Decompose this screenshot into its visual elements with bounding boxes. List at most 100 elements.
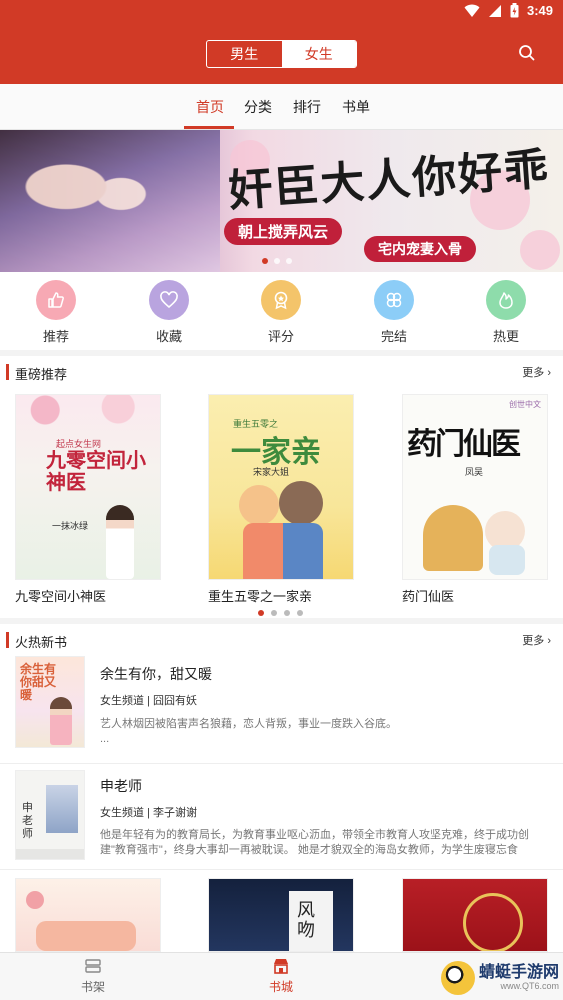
pager-dot	[286, 258, 292, 264]
chevron-right-icon: ›	[547, 367, 551, 379]
banner-pager	[262, 258, 292, 264]
author-label: 李子谢谢	[152, 807, 197, 819]
list-item[interactable]: 余生有你甜又暖 余生有你，甜又暖 女生频道 | 囧囧有妖 艺人林烟因被陷害声名狼…	[0, 656, 563, 764]
cover-title: 申老师	[22, 801, 33, 840]
section-accent-bar	[6, 364, 9, 380]
shortcut-label: 收藏	[155, 329, 182, 344]
search-button[interactable]	[517, 43, 537, 63]
cover-figure	[423, 505, 483, 571]
section-header: 重磅推荐 更多 ›	[0, 356, 563, 388]
chevron-right-icon: ›	[547, 635, 551, 647]
tab-male[interactable]: 男生	[207, 41, 282, 67]
cover-figure	[489, 545, 525, 575]
book-cover: 余生有你甜又暖	[15, 656, 85, 748]
cover-title: 九零空间小神医	[46, 448, 146, 494]
app-header: 男生 女生	[0, 24, 563, 84]
tab-home[interactable]: 首页	[196, 97, 224, 117]
cover-title: 风吻	[297, 900, 315, 941]
list-item[interactable]: 申老师 申老师 女生频道 | 李子谢谢 他是年轻有为的教育局长，为教育事业呕心沥…	[0, 770, 563, 870]
cover-flowers	[16, 395, 160, 425]
banner-illustration	[0, 130, 220, 272]
section-title: 火热新书	[15, 635, 68, 650]
cover-decoration	[36, 921, 136, 951]
banner-tagline-2: 宅内宠妻入骨	[364, 236, 476, 262]
medal-icon	[261, 280, 301, 320]
book-cover[interactable]: 风吻	[208, 878, 354, 952]
book-title: 余生有你，甜又暖	[100, 666, 212, 682]
cover-band	[16, 849, 84, 859]
tab-booklist[interactable]: 书单	[342, 97, 370, 117]
clover-icon	[374, 280, 414, 320]
promo-banner[interactable]: 奸臣大人你好乖 朝上搅弄风云 宅内宠妻入骨	[0, 130, 563, 272]
nav-bookshelf[interactable]: 书架	[63, 957, 123, 995]
watermark-text: 蜻蜓手游网 www.QT6.com	[479, 965, 559, 992]
dragonfly-logo-icon	[440, 961, 475, 995]
shortcut-recommend[interactable]: 推荐	[26, 280, 86, 345]
pager-dot	[258, 610, 264, 616]
site-watermark: 蜻蜓手游网 www.QT6.com	[440, 960, 559, 996]
book-title[interactable]: 九零空间小神医	[15, 586, 106, 605]
watermark-url: www.QT6.com	[500, 981, 559, 991]
description-ellipsis: ...	[100, 733, 110, 745]
gender-toggle: 男生 女生	[206, 40, 357, 68]
active-tab-indicator	[184, 126, 234, 129]
nav-bookstore[interactable]: 书城	[251, 957, 311, 995]
cover-figure	[46, 785, 78, 833]
shortcut-favorites[interactable]: 收藏	[139, 280, 199, 345]
book-meta: 女生频道 | 李子谢谢	[100, 807, 197, 819]
section-title: 重磅推荐	[15, 367, 68, 382]
book-description: 艺人林烟因被陷害声名狼藉，恋人背叛，事业一度跌入谷底。	[100, 718, 397, 730]
cover-author: 宋家大姐	[253, 467, 290, 477]
battery-icon	[510, 3, 519, 18]
featured-section: 重磅推荐 更多 › 起点女生网 九零空间小神医 一抹冰绿 九零空间小神医 重生五…	[0, 356, 563, 618]
search-icon	[519, 45, 535, 61]
shortcut-label: 热更	[492, 329, 519, 344]
cover-author: 一抹冰绿	[52, 521, 89, 531]
pager-dot	[271, 610, 277, 616]
store-icon	[274, 959, 288, 974]
pager-dot	[262, 258, 268, 264]
book-cover[interactable]	[15, 878, 161, 952]
more-link[interactable]: 更多 ›	[522, 632, 551, 648]
bookshelf-icon	[85, 959, 101, 973]
book-title[interactable]: 药门仙医	[402, 586, 454, 605]
more-link[interactable]: 更多 ›	[522, 364, 551, 380]
book-cover[interactable]: 重生五零之 一家亲 宋家大姐	[208, 394, 354, 580]
pager-dot	[284, 610, 290, 616]
cover-figure	[50, 697, 72, 745]
shortcut-rating[interactable]: 评分	[251, 280, 311, 345]
channel-label: 女生频道	[100, 695, 144, 707]
status-icons: 3:49	[464, 3, 553, 18]
cover-decoration	[463, 893, 523, 951]
section-header: 火热新书 更多 ›	[0, 624, 563, 656]
book-cover: 申老师	[15, 770, 85, 860]
book-cover[interactable]: 创世中文 药门仙医 凤吴	[402, 394, 548, 580]
book-title[interactable]: 重生五零之一家亲	[208, 586, 312, 605]
blossom-decoration	[520, 230, 560, 270]
shortcut-label: 完结	[380, 329, 407, 344]
channel-label: 女生频道	[100, 807, 144, 819]
wifi-icon	[464, 4, 480, 17]
book-title: 申老师	[100, 778, 142, 794]
cover-publisher: 创世中文	[509, 400, 541, 409]
book-cover[interactable]	[402, 878, 548, 952]
shortcut-label: 推荐	[42, 329, 69, 344]
top-tabs: 首页 分类 排行 书单	[0, 84, 563, 130]
clock-text: 3:49	[526, 3, 553, 18]
shortcut-hot-updates[interactable]: 热更	[476, 280, 536, 345]
tab-ranking[interactable]: 排行	[293, 97, 321, 117]
thumbs-up-icon	[36, 280, 76, 320]
nav-label: 书城	[268, 980, 293, 994]
more-label: 更多	[522, 367, 545, 379]
shortcut-label: 评分	[267, 329, 294, 344]
shortcut-finished[interactable]: 完结	[364, 280, 424, 345]
heart-icon	[149, 280, 189, 320]
cover-figure	[239, 485, 279, 525]
pager-dot	[274, 258, 280, 264]
book-description: 他是年轻有为的教育局长，为教育事业呕心沥血，带领全市教育人攻坚克难，终于成功创建…	[100, 829, 529, 856]
pager-dot	[297, 610, 303, 616]
book-cover[interactable]: 起点女生网 九零空间小神医 一抹冰绿	[15, 394, 161, 580]
tab-category[interactable]: 分类	[244, 97, 272, 117]
new-books-section: 火热新书 更多 › 余生有你甜又暖 余生有你，甜又暖 女生频道 | 囧囧有妖 艺…	[0, 624, 563, 952]
tab-female[interactable]: 女生	[281, 41, 356, 67]
